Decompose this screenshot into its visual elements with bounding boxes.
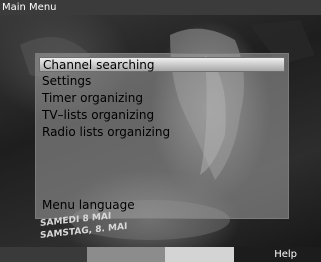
yellow-key-button[interactable] bbox=[165, 247, 234, 262]
menu-item-channel-searching[interactable]: Channel searching bbox=[39, 57, 285, 72]
green-key-button[interactable] bbox=[87, 247, 165, 262]
tv-screen: Main Menu Channel searching Settings Tim… bbox=[0, 0, 321, 262]
help-button[interactable]: Help bbox=[234, 247, 321, 262]
red-key-button[interactable] bbox=[0, 247, 87, 262]
menu-item-tv-lists-organizing[interactable]: TV–lists organizing bbox=[42, 108, 154, 123]
main-menu-panel: Channel searching Settings Timer organiz… bbox=[35, 53, 289, 219]
menu-item-settings[interactable]: Settings bbox=[42, 74, 91, 89]
help-label: Help bbox=[274, 249, 297, 260]
color-key-bar: Help bbox=[0, 247, 321, 262]
menu-item-menu-language[interactable]: Menu language bbox=[42, 198, 135, 213]
menu-item-timer-organizing[interactable]: Timer organizing bbox=[42, 91, 143, 106]
menu-item-radio-lists-organizing[interactable]: Radio lists organizing bbox=[42, 125, 170, 140]
window-title-bar: Main Menu bbox=[0, 0, 321, 15]
window-title: Main Menu bbox=[2, 2, 57, 13]
